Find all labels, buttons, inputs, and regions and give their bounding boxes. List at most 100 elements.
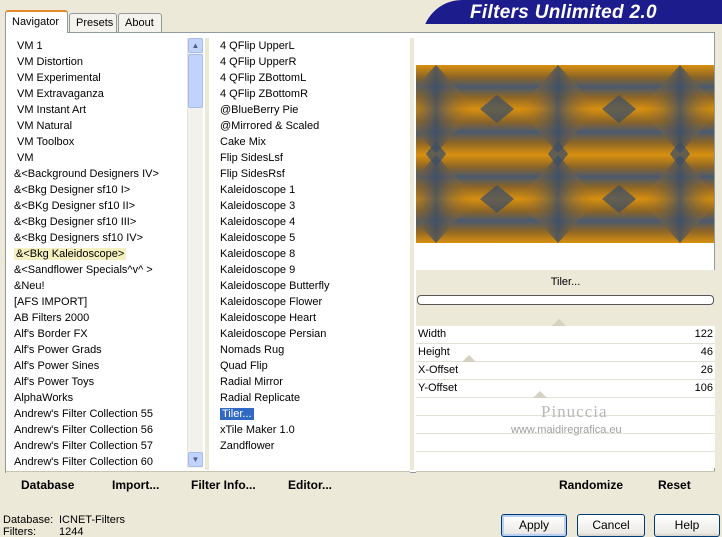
category-item-label: VM Experimental <box>17 72 101 84</box>
category-item[interactable]: Andrew's Filter Collection 55 <box>14 406 153 422</box>
apply-button[interactable]: Apply <box>501 514 567 537</box>
category-item[interactable]: &Neu! <box>14 278 45 294</box>
category-item[interactable]: &<BKg Designer sf10 II> <box>14 198 135 214</box>
filter-item[interactable]: Kaleidoscope 1 <box>220 182 295 198</box>
filter-list[interactable]: 4 QFlip UpperL 4 QFlip UpperR 4 QFlip ZBot… <box>216 37 406 469</box>
category-item[interactable]: &<Bkg Designers sf10 IV> <box>14 230 143 246</box>
category-item[interactable]: AlphaWorks <box>14 390 73 406</box>
filter-item[interactable]: xTile Maker 1.0 <box>220 422 295 438</box>
filter-item[interactable]: @Mirrored & Scaled <box>220 118 319 134</box>
cancel-button[interactable]: Cancel <box>577 514 645 537</box>
filter-item-label: 4 QFlip UpperR <box>220 56 297 68</box>
filter-info-button[interactable]: Filter Info... <box>191 478 256 492</box>
filter-item[interactable]: Radial Replicate <box>220 390 300 406</box>
param-y-offset[interactable]: Y-Offset 106 <box>416 380 715 398</box>
category-item[interactable]: VM Natural <box>17 118 72 134</box>
help-button[interactable]: Help <box>654 514 720 537</box>
progress-bar <box>417 295 714 305</box>
filter-item[interactable]: Kaleidoscope Heart <box>220 310 316 326</box>
randomize-button[interactable]: Randomize <box>559 478 623 492</box>
category-item[interactable]: VM Instant Art <box>17 102 86 118</box>
category-item[interactable]: &<Sandflower Specials^v^ > <box>14 262 153 278</box>
filter-item[interactable]: 4 QFlip ZBottomR <box>220 86 308 102</box>
category-item-label: &<BKg Designer sf10 II> <box>14 200 136 212</box>
tab-navigator[interactable]: Navigator <box>5 10 68 33</box>
filter-item[interactable]: Zandflower <box>220 438 274 454</box>
filter-item[interactable]: Kaleidoscope Butterfly <box>220 278 329 294</box>
param-x-offset[interactable]: X-Offset 26 <box>416 362 715 380</box>
category-item[interactable]: VM <box>17 150 34 166</box>
filter-item[interactable]: Kaleidoscope Flower <box>220 294 322 310</box>
status-database-label: Database: <box>3 514 54 526</box>
param-value[interactable]: 106 <box>695 382 713 394</box>
filter-item[interactable]: Kaleidoscope 9 <box>220 262 295 278</box>
filter-item[interactable]: Flip SidesLsf <box>220 150 283 166</box>
param-width[interactable]: Width 122 <box>416 326 715 344</box>
category-item[interactable]: Andrew's Filter Collection 56 <box>14 422 153 438</box>
category-item[interactable]: [AFS IMPORT] <box>14 294 87 310</box>
category-item-label: VM Natural <box>17 120 73 132</box>
tab-about[interactable]: About <box>118 13 162 32</box>
filter-item[interactable]: 4 QFlip UpperR <box>220 54 296 70</box>
watermark-site: www.maidiregrafica.eu <box>511 424 622 436</box>
category-item[interactable]: VM Extravaganza <box>17 86 104 102</box>
tab-presets[interactable]: Presets <box>69 13 117 32</box>
filter-item-label: Kaleidoscope Heart <box>220 312 317 324</box>
filter-item[interactable]: Kaleidoscope Persian <box>220 326 326 342</box>
watermark-name: Pinuccia <box>541 402 608 421</box>
category-item[interactable]: &<Bkg Kaleidoscope> <box>14 246 127 262</box>
category-item[interactable]: Andrew's Filter Collection 60 <box>14 454 153 470</box>
filter-item-label: Kaleidoscope Persian <box>220 328 327 340</box>
category-item[interactable]: Alf's Power Toys <box>14 374 94 390</box>
category-item[interactable]: VM Experimental <box>17 70 101 86</box>
import-button[interactable]: Import... <box>112 478 159 492</box>
list-divider <box>205 38 209 470</box>
category-item-label: Andrew's Filter Collection 57 <box>14 440 154 452</box>
filter-item-label: Quad Flip <box>220 360 268 372</box>
category-item[interactable]: VM Toolbox <box>17 134 74 150</box>
category-item-label: VM Instant Art <box>17 104 87 116</box>
filter-item[interactable]: Flip SidesRsf <box>220 166 285 182</box>
filter-item[interactable]: Kaleidoscope 3 <box>220 198 295 214</box>
filter-preview-image <box>416 65 714 243</box>
filter-item[interactable]: Kaleidoscope 8 <box>220 246 295 262</box>
reset-button[interactable]: Reset <box>658 478 691 492</box>
filter-item[interactable]: Cake Mix <box>220 134 266 150</box>
scroll-up-icon[interactable]: ▲ <box>188 38 203 53</box>
filter-item[interactable]: @BlueBerry Pie <box>220 102 298 118</box>
param-value[interactable]: 26 <box>701 364 713 376</box>
filter-item[interactable]: Kaleidoscope 4 <box>220 214 295 230</box>
param-value[interactable]: 46 <box>701 346 713 358</box>
filter-item[interactable]: Quad Flip <box>220 358 268 374</box>
category-item[interactable]: Andrew's Filter Collection 57 <box>14 438 153 454</box>
filter-item-label: Nomads Rug <box>220 344 285 356</box>
filter-item[interactable]: 4 QFlip UpperL <box>220 38 295 54</box>
scroll-thumb[interactable] <box>188 54 203 108</box>
category-item[interactable]: AB Filters 2000 <box>14 310 89 326</box>
param-value[interactable]: 122 <box>695 328 713 340</box>
category-item[interactable]: &<Bkg Designer sf10 I> <box>14 182 130 198</box>
category-item[interactable]: VM 1 <box>17 38 43 54</box>
filter-item[interactable]: Tiler... <box>220 406 254 422</box>
category-item[interactable]: Alf's Border FX <box>14 326 88 342</box>
category-item-label: Andrew's Filter Collection 56 <box>14 424 154 436</box>
category-item[interactable]: &<Background Designers IV> <box>14 166 159 182</box>
category-item-label: &<Background Designers IV> <box>14 168 159 180</box>
database-button[interactable]: Database <box>21 478 74 492</box>
param-height[interactable]: Height 46 <box>416 344 715 362</box>
category-item[interactable]: VM Distortion <box>17 54 83 70</box>
editor-button[interactable]: Editor... <box>288 478 332 492</box>
category-item[interactable]: Alf's Power Grads <box>14 342 102 358</box>
scroll-down-icon[interactable]: ▼ <box>188 452 203 467</box>
selected-filter-title: Tiler... <box>550 276 581 288</box>
category-scrollbar[interactable]: ▲ ▼ <box>187 38 203 468</box>
category-item[interactable]: &<Bkg Designer sf10 III> <box>14 214 136 230</box>
filter-item-label: 4 QFlip ZBottomL <box>220 72 307 84</box>
filter-item[interactable]: 4 QFlip ZBottomL <box>220 70 306 86</box>
filter-item[interactable]: Kaleidoscope 5 <box>220 230 295 246</box>
category-list[interactable]: VM 1 VM Distortion VM Experimental VM Extra… <box>9 37 186 469</box>
filter-item[interactable]: Radial Mirror <box>220 374 283 390</box>
category-item[interactable]: Alf's Power Sines <box>14 358 99 374</box>
filter-item[interactable]: Nomads Rug <box>220 342 284 358</box>
param-label: Height <box>418 346 450 358</box>
